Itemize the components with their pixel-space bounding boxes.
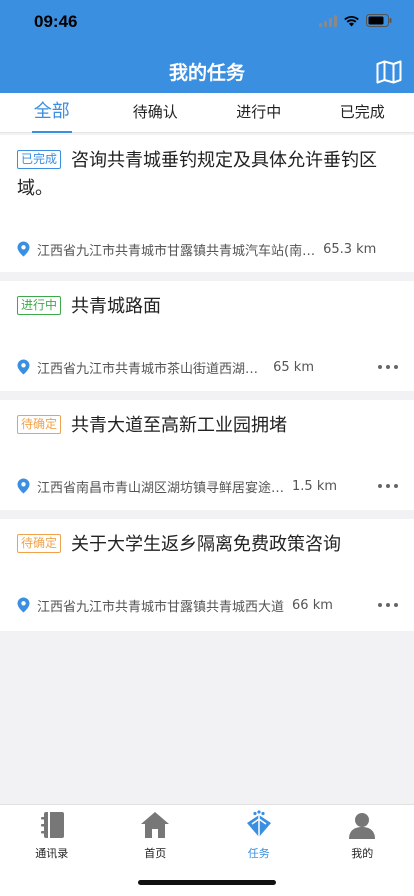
tabbar-label: 通讯录 bbox=[35, 847, 69, 860]
task-address: 江西省九江市共青城市甘露镇共青城西大道 bbox=[37, 599, 285, 615]
home-icon bbox=[141, 812, 170, 838]
address-book-icon bbox=[40, 812, 64, 838]
task-location: 江西省九江市共青城市甘露镇共青城西大道 66 km bbox=[17, 595, 354, 615]
task-address: 江西省南昌市青山湖区湖坊镇寻鲜居宴途… bbox=[37, 480, 285, 496]
status-badge: 待确定 bbox=[17, 534, 62, 553]
tabbar-label: 首页 bbox=[144, 847, 167, 860]
task-distance: 65.3 km bbox=[323, 241, 377, 257]
more-options-icon[interactable] bbox=[378, 602, 398, 608]
signal-icon bbox=[319, 14, 337, 27]
status-badge: 进行中 bbox=[17, 296, 62, 315]
tabbar-item-contacts[interactable]: 通讯录 bbox=[0, 805, 104, 896]
status-bar: 09:46 bbox=[0, 0, 414, 44]
location-pin-icon bbox=[17, 359, 30, 375]
task-location: 江西省九江市共青城市茶山街道西湖公园 65 km bbox=[17, 357, 314, 377]
home-indicator[interactable] bbox=[138, 880, 276, 885]
battery-icon bbox=[366, 14, 392, 27]
app-header: 09:46 我的任务 bbox=[0, 0, 414, 93]
task-title: 关于大学生返乡隔离免费政策咨询 bbox=[71, 534, 341, 555]
tabbar-label: 我的 bbox=[351, 847, 374, 860]
task-title: 咨询共青城垂钓规定及具体允许垂钓区域。 bbox=[17, 150, 377, 199]
page-title: 我的任务 bbox=[168, 62, 245, 84]
task-card[interactable]: 待确定 共青大道至高新工业园拥堵 江西省南昌市青山湖区湖坊镇寻鲜居宴途… 1.5… bbox=[0, 400, 414, 510]
location-pin-icon bbox=[17, 241, 30, 257]
task-card[interactable]: 进行中 共青城路面 江西省九江市共青城市茶山街道西湖公园 65 km bbox=[0, 281, 414, 391]
task-title: 共青城路面 bbox=[71, 296, 161, 317]
task-address: 江西省九江市共青城市甘露镇共青城汽车站(南… bbox=[37, 243, 316, 259]
status-badge: 待确定 bbox=[17, 415, 62, 434]
task-address: 江西省九江市共青城市茶山街道西湖公园 bbox=[37, 361, 266, 377]
map-icon[interactable] bbox=[376, 60, 402, 84]
task-distance: 1.5 km bbox=[292, 478, 338, 494]
task-card[interactable]: 已完成 咨询共青城垂钓规定及具体允许垂钓区域。 江西省九江市共青城市甘露镇共青城… bbox=[0, 135, 414, 272]
task-distance: 66 km bbox=[292, 597, 333, 613]
task-location: 江西省南昌市青山湖区湖坊镇寻鲜居宴途… 1.5 km bbox=[17, 476, 344, 496]
location-pin-icon bbox=[17, 597, 30, 613]
profile-icon bbox=[349, 813, 376, 839]
tabbar-label: 任务 bbox=[247, 847, 270, 860]
status-time: 09:46 bbox=[34, 12, 78, 31]
task-distance: 65 km bbox=[273, 359, 314, 375]
wifi-icon bbox=[344, 15, 359, 26]
location-pin-icon bbox=[17, 478, 30, 494]
filter-tabs: 全部 待确认 进行中 已完成 bbox=[0, 93, 414, 133]
task-title: 共青大道至高新工业园拥堵 bbox=[71, 415, 287, 436]
task-icon bbox=[246, 810, 271, 837]
status-icons bbox=[319, 14, 392, 27]
tab-in-progress[interactable]: 进行中 bbox=[207, 93, 311, 132]
tabbar-item-profile[interactable]: 我的 bbox=[311, 805, 414, 896]
more-options-icon[interactable] bbox=[378, 483, 398, 489]
tab-completed[interactable]: 已完成 bbox=[311, 93, 414, 132]
tab-pending-confirm[interactable]: 待确认 bbox=[104, 93, 208, 132]
task-card[interactable]: 待确定 关于大学生返乡隔离免费政策咨询 江西省九江市共青城市甘露镇共青城西大道 … bbox=[0, 519, 414, 631]
more-options-icon[interactable] bbox=[378, 364, 398, 370]
task-location: 江西省九江市共青城市甘露镇共青城汽车站(南… 65.3 km bbox=[17, 239, 400, 259]
tab-all[interactable]: 全部 bbox=[0, 93, 104, 133]
